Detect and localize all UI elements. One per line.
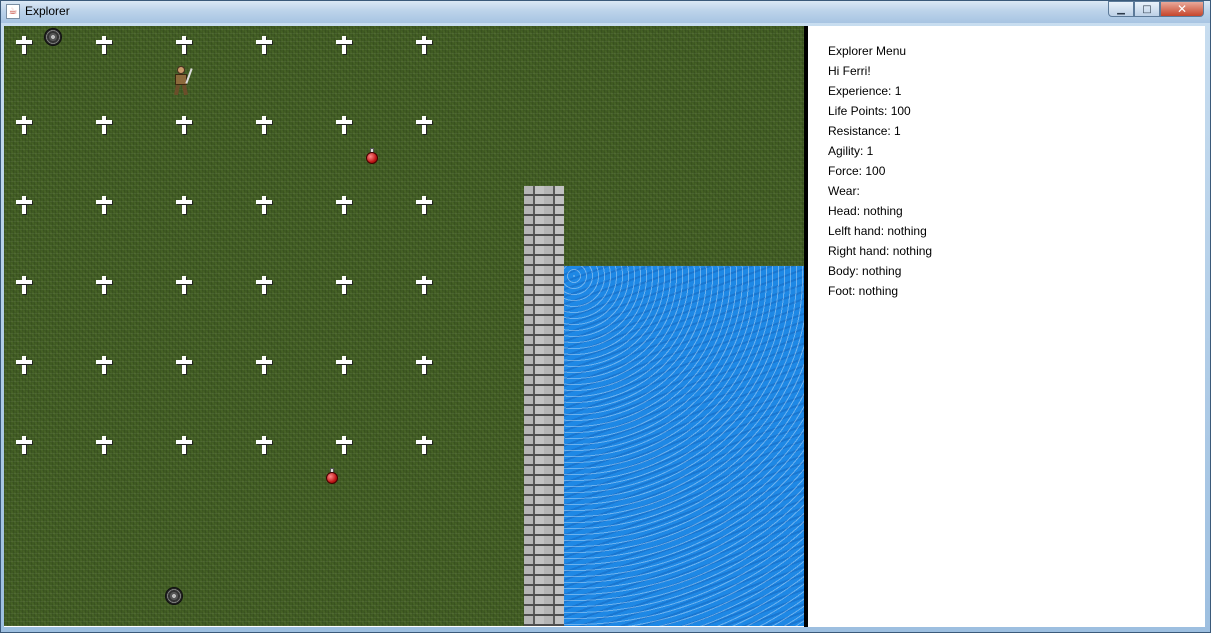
red-potion-icon[interactable] bbox=[365, 148, 379, 164]
java-cup-icon: ☕ bbox=[6, 4, 20, 19]
stone-wall bbox=[524, 186, 564, 626]
grave-cross-icon bbox=[174, 275, 194, 295]
grave-cross-icon bbox=[14, 355, 34, 375]
grave-cross-icon bbox=[414, 195, 434, 215]
agility-stat: Agility: 1 bbox=[828, 144, 874, 158]
grave-cross-icon bbox=[94, 195, 114, 215]
grave-cross-icon bbox=[174, 195, 194, 215]
grave-cross-icon bbox=[174, 115, 194, 135]
grave-cross-icon bbox=[254, 35, 274, 55]
body-slot: Body: nothing bbox=[828, 264, 902, 278]
grave-cross-icon bbox=[14, 275, 34, 295]
grave-cross-icon bbox=[254, 115, 274, 135]
wear-heading: Wear: bbox=[828, 184, 860, 198]
grave-cross-icon bbox=[94, 115, 114, 135]
grave-cross-icon bbox=[14, 115, 34, 135]
experience-stat: Experience: 1 bbox=[828, 84, 902, 98]
grave-cross-icon bbox=[414, 355, 434, 375]
maximize-button[interactable]: □ bbox=[1134, 1, 1160, 17]
grave-cross-icon bbox=[334, 275, 354, 295]
grave-cross-icon bbox=[14, 35, 34, 55]
grave-cross-icon bbox=[174, 355, 194, 375]
force-stat: Force: 100 bbox=[828, 164, 886, 178]
window-controls: ▁ □ ✕ bbox=[1108, 1, 1204, 17]
window-title: Explorer bbox=[25, 4, 70, 18]
round-shield-icon[interactable] bbox=[44, 28, 62, 46]
grave-cross-icon bbox=[174, 35, 194, 55]
menu-title: Explorer Menu bbox=[828, 44, 907, 58]
grave-cross-icon bbox=[414, 115, 434, 135]
grave-cross-icon bbox=[334, 115, 354, 135]
left-hand-slot: Lelft hand: nothing bbox=[828, 224, 927, 238]
life-points-stat: Life Points: 100 bbox=[828, 104, 911, 118]
client-area: Explorer Menu Hi Ferri! Experience: 1 Li… bbox=[4, 26, 1205, 627]
title-bar[interactable]: ☕ Explorer ▁ □ ✕ bbox=[1, 1, 1210, 23]
grave-cross-icon bbox=[94, 275, 114, 295]
red-potion-icon[interactable] bbox=[325, 468, 339, 484]
grave-cross-icon bbox=[414, 275, 434, 295]
grave-cross-icon bbox=[254, 195, 274, 215]
grave-cross-icon bbox=[334, 355, 354, 375]
foot-slot: Foot: nothing bbox=[828, 284, 899, 298]
round-shield-icon[interactable] bbox=[165, 587, 183, 605]
grave-cross-icon bbox=[254, 435, 274, 455]
head-slot: Head: nothing bbox=[828, 204, 903, 218]
close-button[interactable]: ✕ bbox=[1160, 1, 1204, 17]
warrior-left-leg bbox=[174, 84, 180, 96]
explorer-menu: Explorer Menu Hi Ferri! Experience: 1 Li… bbox=[828, 44, 932, 304]
potion-flask bbox=[326, 472, 338, 484]
warrior-head bbox=[177, 66, 185, 74]
grave-cross-icon bbox=[14, 435, 34, 455]
grave-cross-icon bbox=[254, 355, 274, 375]
panel-divider bbox=[804, 26, 808, 627]
water-area bbox=[564, 266, 804, 626]
game-map[interactable] bbox=[4, 26, 804, 626]
grave-cross-icon bbox=[174, 435, 194, 455]
grave-cross-icon bbox=[414, 35, 434, 55]
grave-cross-icon bbox=[334, 35, 354, 55]
grave-cross-icon bbox=[254, 275, 274, 295]
right-hand-slot: Right hand: nothing bbox=[828, 244, 933, 258]
grave-cross-icon bbox=[414, 435, 434, 455]
potion-flask bbox=[366, 152, 378, 164]
resistance-stat: Resistance: 1 bbox=[828, 124, 901, 138]
grave-cross-icon bbox=[334, 195, 354, 215]
grave-cross-icon bbox=[94, 355, 114, 375]
minimize-button[interactable]: ▁ bbox=[1108, 1, 1134, 17]
warrior-right-leg bbox=[182, 84, 188, 96]
greeting-text: Hi Ferri! bbox=[828, 64, 871, 78]
grave-cross-icon bbox=[14, 195, 34, 215]
warrior-icon[interactable] bbox=[169, 66, 193, 96]
grave-cross-icon bbox=[94, 435, 114, 455]
grave-cross-icon bbox=[94, 35, 114, 55]
grave-cross-icon bbox=[334, 435, 354, 455]
app-window: ☕ Explorer ▁ □ ✕ Explorer Menu Hi Ferri!… bbox=[0, 0, 1211, 633]
